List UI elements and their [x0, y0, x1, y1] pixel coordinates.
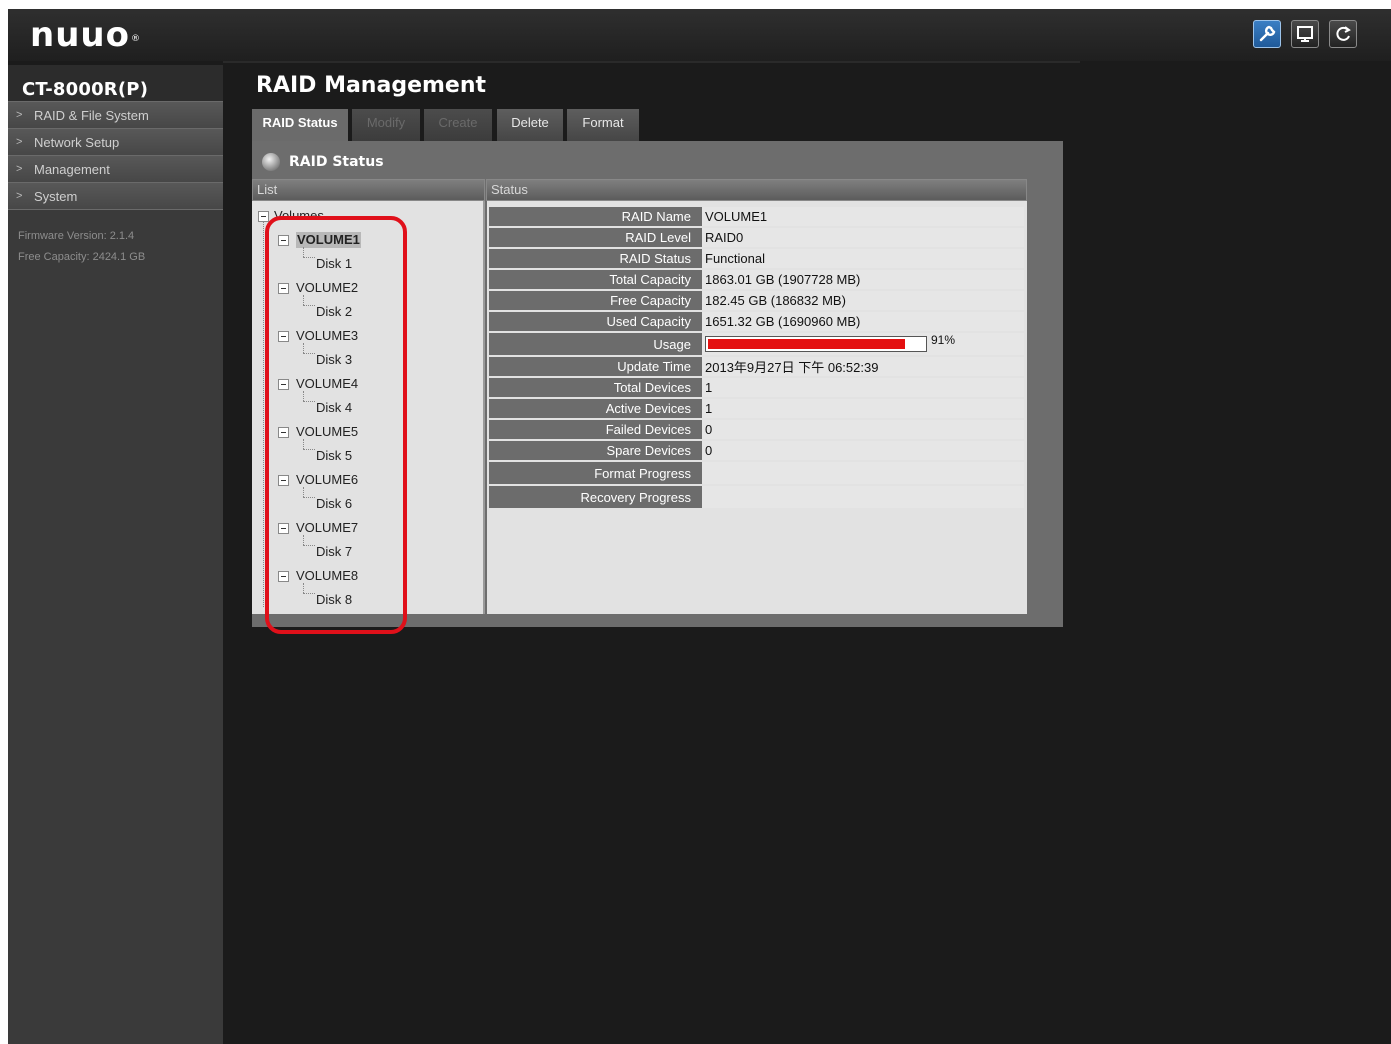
tree-connector — [303, 545, 315, 546]
usage-progress-fill — [708, 339, 905, 349]
chevron-right-icon: > — [16, 109, 23, 121]
tree-connector — [303, 487, 304, 497]
tree-disk-5[interactable]: Disk 5 — [316, 448, 352, 464]
tree-connector — [303, 391, 304, 401]
usage-percent: 91% — [931, 333, 956, 347]
tree-disk-3[interactable]: Disk 3 — [316, 352, 352, 368]
chevron-right-icon: > — [16, 190, 23, 202]
collapse-toggle-icon[interactable] — [278, 331, 289, 342]
logout-icon — [1336, 26, 1351, 41]
collapse-toggle-icon[interactable] — [278, 283, 289, 294]
tree-connector — [303, 535, 304, 545]
tree-root-volumes[interactable]: Volumes — [274, 208, 324, 224]
status-row-total-capacity: Total Capacity 1863.01 GB (1907728 MB) — [489, 270, 1024, 289]
tab-delete[interactable]: Delete — [497, 109, 563, 141]
tree-connector — [303, 247, 304, 257]
volume-tree: Volumes VOLUME1 Disk 1 VOLUME2 Disk 2 VO… — [252, 201, 485, 614]
page-title: RAID Management — [256, 73, 487, 98]
sidebar: CT-8000R(P) > RAID & File System > Network… — [8, 65, 223, 1044]
status-row-total-devices: Total Devices 1 — [489, 378, 1024, 397]
tree-disk-1[interactable]: Disk 1 — [316, 256, 352, 272]
wrench-icon — [1259, 25, 1276, 42]
header-divider — [223, 61, 1080, 63]
tree-volume-8[interactable]: VOLUME8 — [296, 568, 358, 584]
tree-disk-8[interactable]: Disk 8 — [316, 592, 352, 608]
free-capacity-info: Free Capacity: 2424.1 GB — [18, 251, 146, 263]
chevron-right-icon: > — [16, 136, 23, 148]
status-row-format-progress: Format Progress — [489, 462, 1024, 484]
device-name: CT-8000R(P) — [8, 65, 223, 101]
tree-connector — [303, 305, 315, 306]
sidebar-divider — [8, 209, 223, 210]
tree-connector — [303, 583, 304, 593]
sidebar-item-management[interactable]: > Management — [8, 155, 223, 182]
tree-connector — [303, 257, 315, 258]
status-row-failed-devices: Failed Devices 0 — [489, 420, 1024, 439]
collapse-toggle-icon[interactable] — [278, 427, 289, 438]
app-window: nuuo® CT-8000R(P) > RAID & File System > N… — [8, 9, 1391, 1044]
tree-connector — [303, 353, 315, 354]
tree-connector — [303, 295, 304, 305]
logout-button[interactable] — [1329, 20, 1357, 48]
collapse-toggle-icon[interactable] — [278, 475, 289, 486]
raid-status-panel: RAID Status List Status Volumes VOLUME1 … — [252, 141, 1063, 627]
firmware-version: Firmware Version: 2.1.4 — [18, 230, 135, 242]
sidebar-item-raid-file-system[interactable]: > RAID & File System — [8, 101, 223, 128]
tree-disk-7[interactable]: Disk 7 — [316, 544, 352, 560]
sidebar-item-system[interactable]: > System — [8, 182, 223, 209]
tree-disk-6[interactable]: Disk 6 — [316, 496, 352, 512]
status-row-active-devices: Active Devices 1 — [489, 399, 1024, 418]
chevron-right-icon: > — [16, 163, 23, 175]
tab-create[interactable]: Create — [424, 109, 492, 141]
tree-volume-3[interactable]: VOLUME3 — [296, 328, 358, 344]
nuuo-logo: nuuo® — [30, 15, 141, 55]
list-column-header: List — [252, 179, 485, 201]
status-row-spare-devices: Spare Devices 0 — [489, 441, 1024, 460]
usage-progress-bar — [705, 336, 927, 352]
status-row-usage: Usage 91% — [489, 333, 1024, 355]
status-row-update-time: Update Time 2013年9月27日 下午 06:52:39 — [489, 357, 1024, 376]
status-row-free-capacity: Free Capacity 182.45 GB (186832 MB) — [489, 291, 1024, 310]
sidebar-item-network-setup[interactable]: > Network Setup — [8, 128, 223, 155]
tree-disk-4[interactable]: Disk 4 — [316, 400, 352, 416]
tree-volume-4[interactable]: VOLUME4 — [296, 376, 358, 392]
tree-volume-7[interactable]: VOLUME7 — [296, 520, 358, 536]
liveview-monitor-button[interactable] — [1291, 20, 1319, 48]
tree-connector — [303, 343, 304, 353]
tree-volume-6[interactable]: VOLUME6 — [296, 472, 358, 488]
top-bar: nuuo® — [8, 9, 1391, 61]
status-row-raid-level: RAID Level RAID0 — [489, 228, 1024, 247]
status-table: RAID Name VOLUME1 RAID Level RAID0 RAID St… — [489, 205, 1024, 510]
tree-connector — [303, 497, 315, 498]
status-column-header: Status — [486, 179, 1027, 201]
status-row-raid-name: RAID Name VOLUME1 — [489, 207, 1024, 226]
tab-modify[interactable]: Modify — [352, 109, 420, 141]
tree-connector — [263, 222, 264, 607]
status-row-raid-status: RAID Status Functional — [489, 249, 1024, 268]
status-details: RAID Name VOLUME1 RAID Level RAID0 RAID St… — [487, 201, 1027, 614]
tree-connector — [303, 593, 315, 594]
collapse-toggle-icon[interactable] — [278, 379, 289, 390]
collapse-toggle-icon[interactable] — [278, 571, 289, 582]
tree-volume-1[interactable]: VOLUME1 — [296, 232, 361, 248]
tree-connector — [303, 439, 304, 449]
bullet-icon — [262, 153, 280, 171]
panel-header: RAID Status — [262, 151, 384, 173]
tree-volume-5[interactable]: VOLUME5 — [296, 424, 358, 440]
tree-disk-2[interactable]: Disk 2 — [316, 304, 352, 320]
settings-wrench-button[interactable] — [1253, 20, 1281, 48]
tree-volume-2[interactable]: VOLUME2 — [296, 280, 358, 296]
tab-format[interactable]: Format — [567, 109, 639, 141]
status-row-used-capacity: Used Capacity 1651.32 GB (1690960 MB) — [489, 312, 1024, 331]
panel-title: RAID Status — [289, 154, 384, 170]
collapse-toggle-icon[interactable] — [278, 235, 289, 246]
collapse-toggle-icon[interactable] — [258, 211, 269, 222]
status-row-recovery-progress: Recovery Progress — [489, 486, 1024, 508]
tab-raid-status[interactable]: RAID Status — [252, 109, 348, 141]
monitor-icon — [1297, 26, 1313, 42]
collapse-toggle-icon[interactable] — [278, 523, 289, 534]
tree-connector — [303, 401, 315, 402]
tree-connector — [303, 449, 315, 450]
